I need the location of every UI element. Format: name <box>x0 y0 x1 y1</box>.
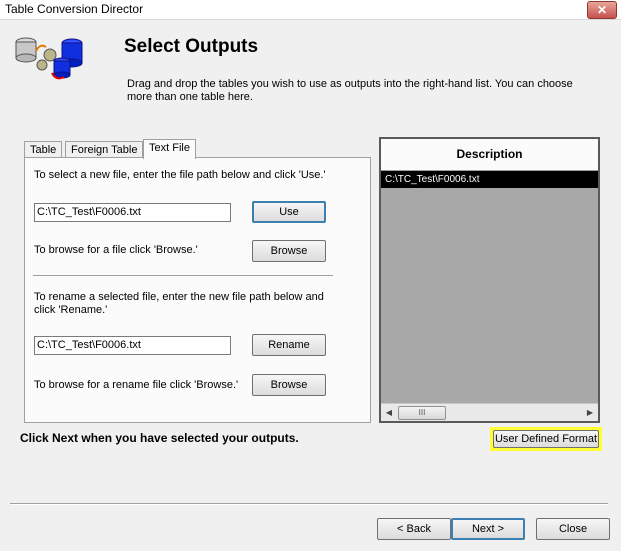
page-title: Select Outputs <box>124 36 259 57</box>
rename-browse-button[interactable]: Browse <box>252 374 326 396</box>
select-file-instruction: To select a new file, enter the file pat… <box>34 169 326 181</box>
panel-divider <box>33 275 333 277</box>
browse-instruction: To browse for a file click 'Browse.' <box>34 244 198 256</box>
rename-instruction: To rename a selected file, enter the new… <box>34 291 324 316</box>
rename-path-input[interactable]: C:\TC_Test\F0006.txt <box>34 336 231 355</box>
scroll-thumb[interactable]: III <box>398 406 446 420</box>
close-button[interactable]: Close <box>536 518 610 540</box>
horizontal-scrollbar[interactable]: ◀ III ▶ <box>381 403 598 421</box>
file-path-input[interactable]: C:\TC_Test\F0006.txt <box>34 203 231 222</box>
footer-divider <box>10 503 608 505</box>
scroll-right-icon[interactable]: ▶ <box>582 404 598 421</box>
rename-button[interactable]: Rename <box>252 334 326 356</box>
user-defined-format-button[interactable]: User Defined Format <box>493 430 599 448</box>
grip-icon: III <box>418 408 426 417</box>
page-instructions: Drag and drop the tables you wish to use… <box>127 78 573 103</box>
next-hint: Click Next when you have selected your o… <box>20 431 299 445</box>
text-file-panel: To select a new file, enter the file pat… <box>24 157 371 423</box>
output-list[interactable]: Description C:\TC_Test\F0006.txt ◀ III ▶ <box>379 137 600 423</box>
use-button[interactable]: Use <box>252 201 326 223</box>
close-icon: ✕ <box>596 3 608 17</box>
browse-button[interactable]: Browse <box>252 240 326 262</box>
list-item[interactable]: C:\TC_Test\F0006.txt <box>381 171 598 188</box>
next-button[interactable]: Next > <box>451 518 525 540</box>
scroll-left-icon[interactable]: ◀ <box>381 404 397 421</box>
close-window-button[interactable]: ✕ <box>587 1 617 19</box>
title-bar: Table Conversion Director ✕ <box>0 0 621 20</box>
rename-browse-instruction: To browse for a rename file click 'Brows… <box>34 379 239 391</box>
window-title: Table Conversion Director <box>5 2 144 16</box>
description-column-header[interactable]: Description <box>381 139 598 171</box>
back-button[interactable]: < Back <box>377 518 451 540</box>
database-conversion-icon <box>15 37 83 80</box>
user-defined-format-highlight: User Defined Format <box>490 427 602 451</box>
tab-text-file[interactable]: Text File <box>143 139 196 159</box>
